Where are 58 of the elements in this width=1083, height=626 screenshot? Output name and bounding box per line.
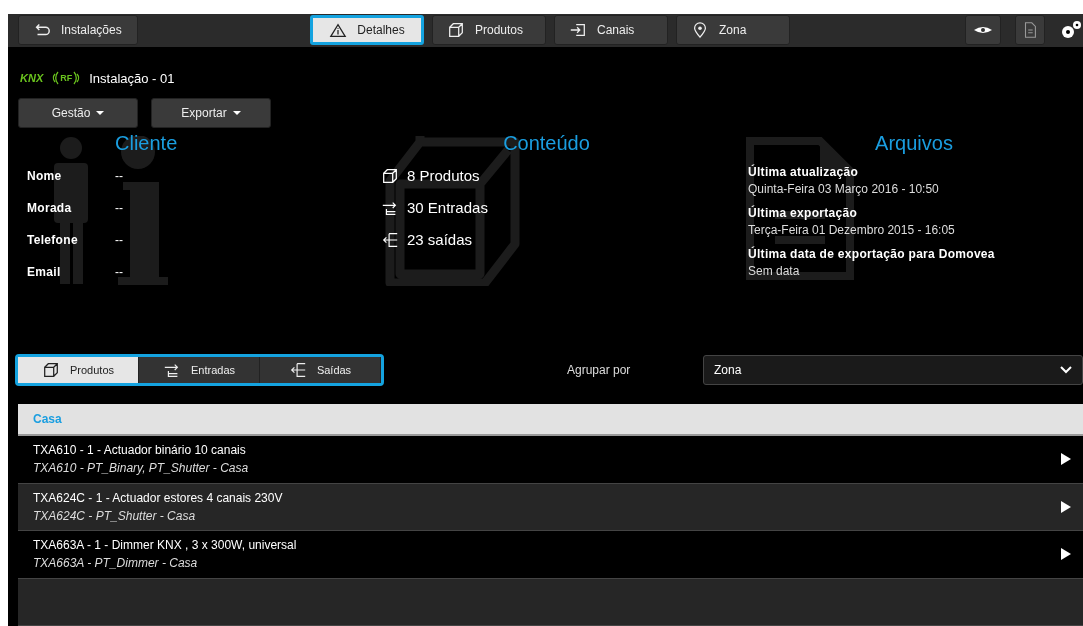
field-label: Nome bbox=[27, 168, 63, 183]
knx-logo: KNX bbox=[20, 72, 44, 85]
installation-name: Instalação - 01 bbox=[89, 70, 175, 86]
info-value: Terça-Feira 01 Dezembro 2015 - 16:05 bbox=[748, 222, 956, 237]
product-title: TXA610 - 1 - Actuador binário 10 canais bbox=[33, 443, 247, 458]
field-value: -- bbox=[115, 200, 124, 215]
group-by-label: Agrupar por bbox=[567, 362, 632, 377]
chevron-down-icon bbox=[1060, 365, 1072, 374]
product-subtitle: TXA610 - PT_Binary, PT_Shutter - Casa bbox=[33, 461, 250, 476]
nav-tab[interactable]: Canais bbox=[554, 15, 668, 46]
chevron-right-icon bbox=[1061, 453, 1071, 466]
arrow-left-bracket-icon bbox=[381, 230, 399, 249]
field-label: Morada bbox=[27, 200, 73, 215]
group-header: Casa bbox=[18, 403, 1083, 436]
field-value: -- bbox=[115, 168, 124, 183]
view-tab[interactable]: Produtos bbox=[18, 356, 139, 383]
nav-tab[interactable]: Zona bbox=[676, 15, 790, 46]
product-row[interactable]: TXA663A - 1 - Dimmer KNX , 3 x 300W, universal TXA663A - PT_Dimmer - Casa bbox=[18, 531, 1083, 579]
view-tab[interactable]: Entradas bbox=[139, 356, 260, 383]
back-button[interactable]: Instalações bbox=[18, 15, 138, 46]
info-label: Última data de exportação para Domovea bbox=[748, 246, 996, 261]
section-title: Conteúdo bbox=[502, 131, 591, 155]
arrow-left-bracket-icon bbox=[288, 360, 307, 379]
product-title: TXA624C - 1 - Actuador estores 4 canais 230V bbox=[33, 490, 284, 505]
product-row[interactable]: TXA624C - 1 - Actuador estores 4 canais 230V TXA624C - PT_Shutter - Casa bbox=[18, 483, 1083, 531]
product-subtitle: TXA663A - PT_Dimmer - Casa bbox=[33, 556, 199, 571]
nav-tab[interactable]: Detalhes bbox=[310, 15, 424, 46]
chevron-right-icon bbox=[1061, 500, 1071, 513]
section-title: Arquivos bbox=[874, 131, 954, 155]
eye-icon bbox=[974, 26, 992, 35]
field-value: -- bbox=[115, 232, 124, 247]
content-count: 30 Entradas bbox=[407, 199, 488, 217]
rf-logo: RF bbox=[51, 71, 82, 86]
info-value: Quinta-Feira 03 Março 2016 - 10:50 bbox=[748, 181, 940, 196]
product-subtitle: TXA624C - PT_Shutter - Casa bbox=[33, 508, 197, 523]
group-by-select[interactable]: Zona bbox=[703, 354, 1083, 385]
dropdown-button[interactable]: Gestão bbox=[18, 97, 138, 128]
content-count: 23 saídas bbox=[407, 231, 473, 249]
section-title: Cliente bbox=[114, 131, 179, 155]
content-count: 8 Produtos bbox=[407, 167, 480, 185]
cube-icon bbox=[381, 166, 399, 185]
field-value: -- bbox=[115, 264, 124, 279]
view-toggle-button[interactable] bbox=[965, 15, 1001, 46]
dropdown-button[interactable]: Exportar bbox=[151, 97, 271, 128]
document-button[interactable] bbox=[1015, 15, 1045, 46]
cube-icon bbox=[447, 21, 465, 40]
nav-tab[interactable]: Produtos bbox=[432, 15, 546, 46]
map-pin-icon bbox=[691, 21, 709, 40]
field-label: Telefone bbox=[27, 232, 79, 247]
product-title: TXA663A - 1 - Dimmer KNX , 3 x 300W, universal bbox=[33, 538, 298, 553]
cube-icon bbox=[42, 360, 60, 379]
field-label: Email bbox=[27, 264, 62, 279]
info-value: Sem data bbox=[748, 263, 801, 278]
product-row[interactable]: TXA610 - 1 - Actuador binário 10 canais TXA610 - PT_Binary, PT_Shutter - Casa bbox=[18, 436, 1083, 484]
info-label: Última atualização bbox=[748, 164, 860, 179]
info-label: Última exportação bbox=[748, 205, 859, 220]
view-tab[interactable]: Saídas bbox=[260, 356, 381, 383]
chevron-right-icon bbox=[1061, 548, 1071, 561]
